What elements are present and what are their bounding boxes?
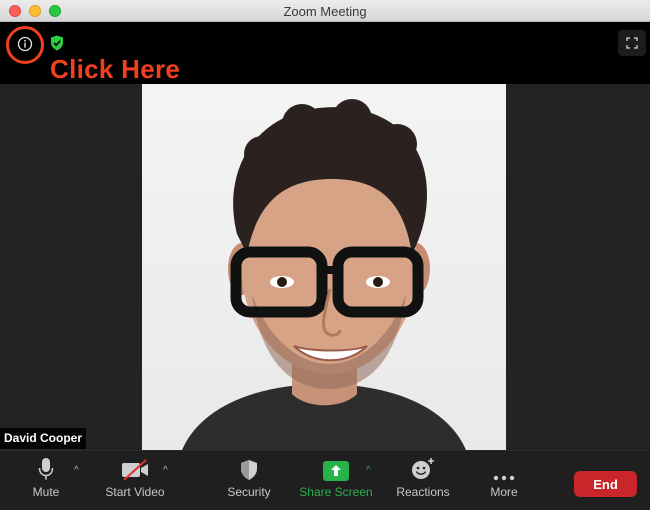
security-label: Security xyxy=(227,485,271,499)
camera-off-icon xyxy=(122,459,148,481)
info-icon xyxy=(17,36,33,52)
meeting-info-button[interactable] xyxy=(12,31,38,57)
fullscreen-icon xyxy=(626,37,638,49)
ellipsis-icon xyxy=(493,475,515,481)
start-video-label: Start Video xyxy=(105,485,165,499)
start-video-button[interactable]: Start Video xyxy=(100,451,170,510)
meeting-top-bar: Click Here xyxy=(0,22,650,84)
mute-button[interactable]: Mute xyxy=(24,451,68,510)
reactions-button[interactable]: Reactions xyxy=(392,451,454,510)
click-here-annotation: Click Here xyxy=(50,54,181,84)
share-arrow-icon xyxy=(323,461,349,481)
title-bar: Zoom Meeting xyxy=(0,0,650,22)
more-label: More xyxy=(490,485,518,499)
audio-options-caret[interactable]: ^ xyxy=(74,465,79,476)
more-button[interactable]: More xyxy=(484,451,524,510)
reactions-label: Reactions xyxy=(396,485,450,499)
security-button[interactable]: Security xyxy=(222,451,276,510)
video-options-caret[interactable]: ^ xyxy=(163,465,168,476)
zoom-meeting-window: Zoom Meeting Click Here David Cooper Mut… xyxy=(0,0,650,510)
participant-portrait xyxy=(182,99,466,450)
participant-name-label: David Cooper xyxy=(0,428,87,449)
encryption-status-button[interactable] xyxy=(50,35,64,51)
share-screen-button[interactable]: Share Screen xyxy=(296,451,376,510)
share-screen-label: Share Screen xyxy=(299,485,373,499)
participant-video xyxy=(142,84,506,450)
window-title: Zoom Meeting xyxy=(283,4,367,19)
share-options-caret[interactable]: ^ xyxy=(366,465,371,476)
smiley-plus-icon xyxy=(412,458,434,479)
end-meeting-button[interactable]: End xyxy=(574,471,637,497)
meeting-toolbar: Mute ^ Start Video ^ Security Share Scre… xyxy=(0,450,650,510)
microphone-icon xyxy=(38,458,54,480)
video-stage: David Cooper xyxy=(0,84,650,450)
mute-label: Mute xyxy=(32,485,60,499)
shield-icon xyxy=(241,460,257,480)
fullscreen-button[interactable] xyxy=(618,30,646,56)
shield-check-icon xyxy=(51,35,63,51)
